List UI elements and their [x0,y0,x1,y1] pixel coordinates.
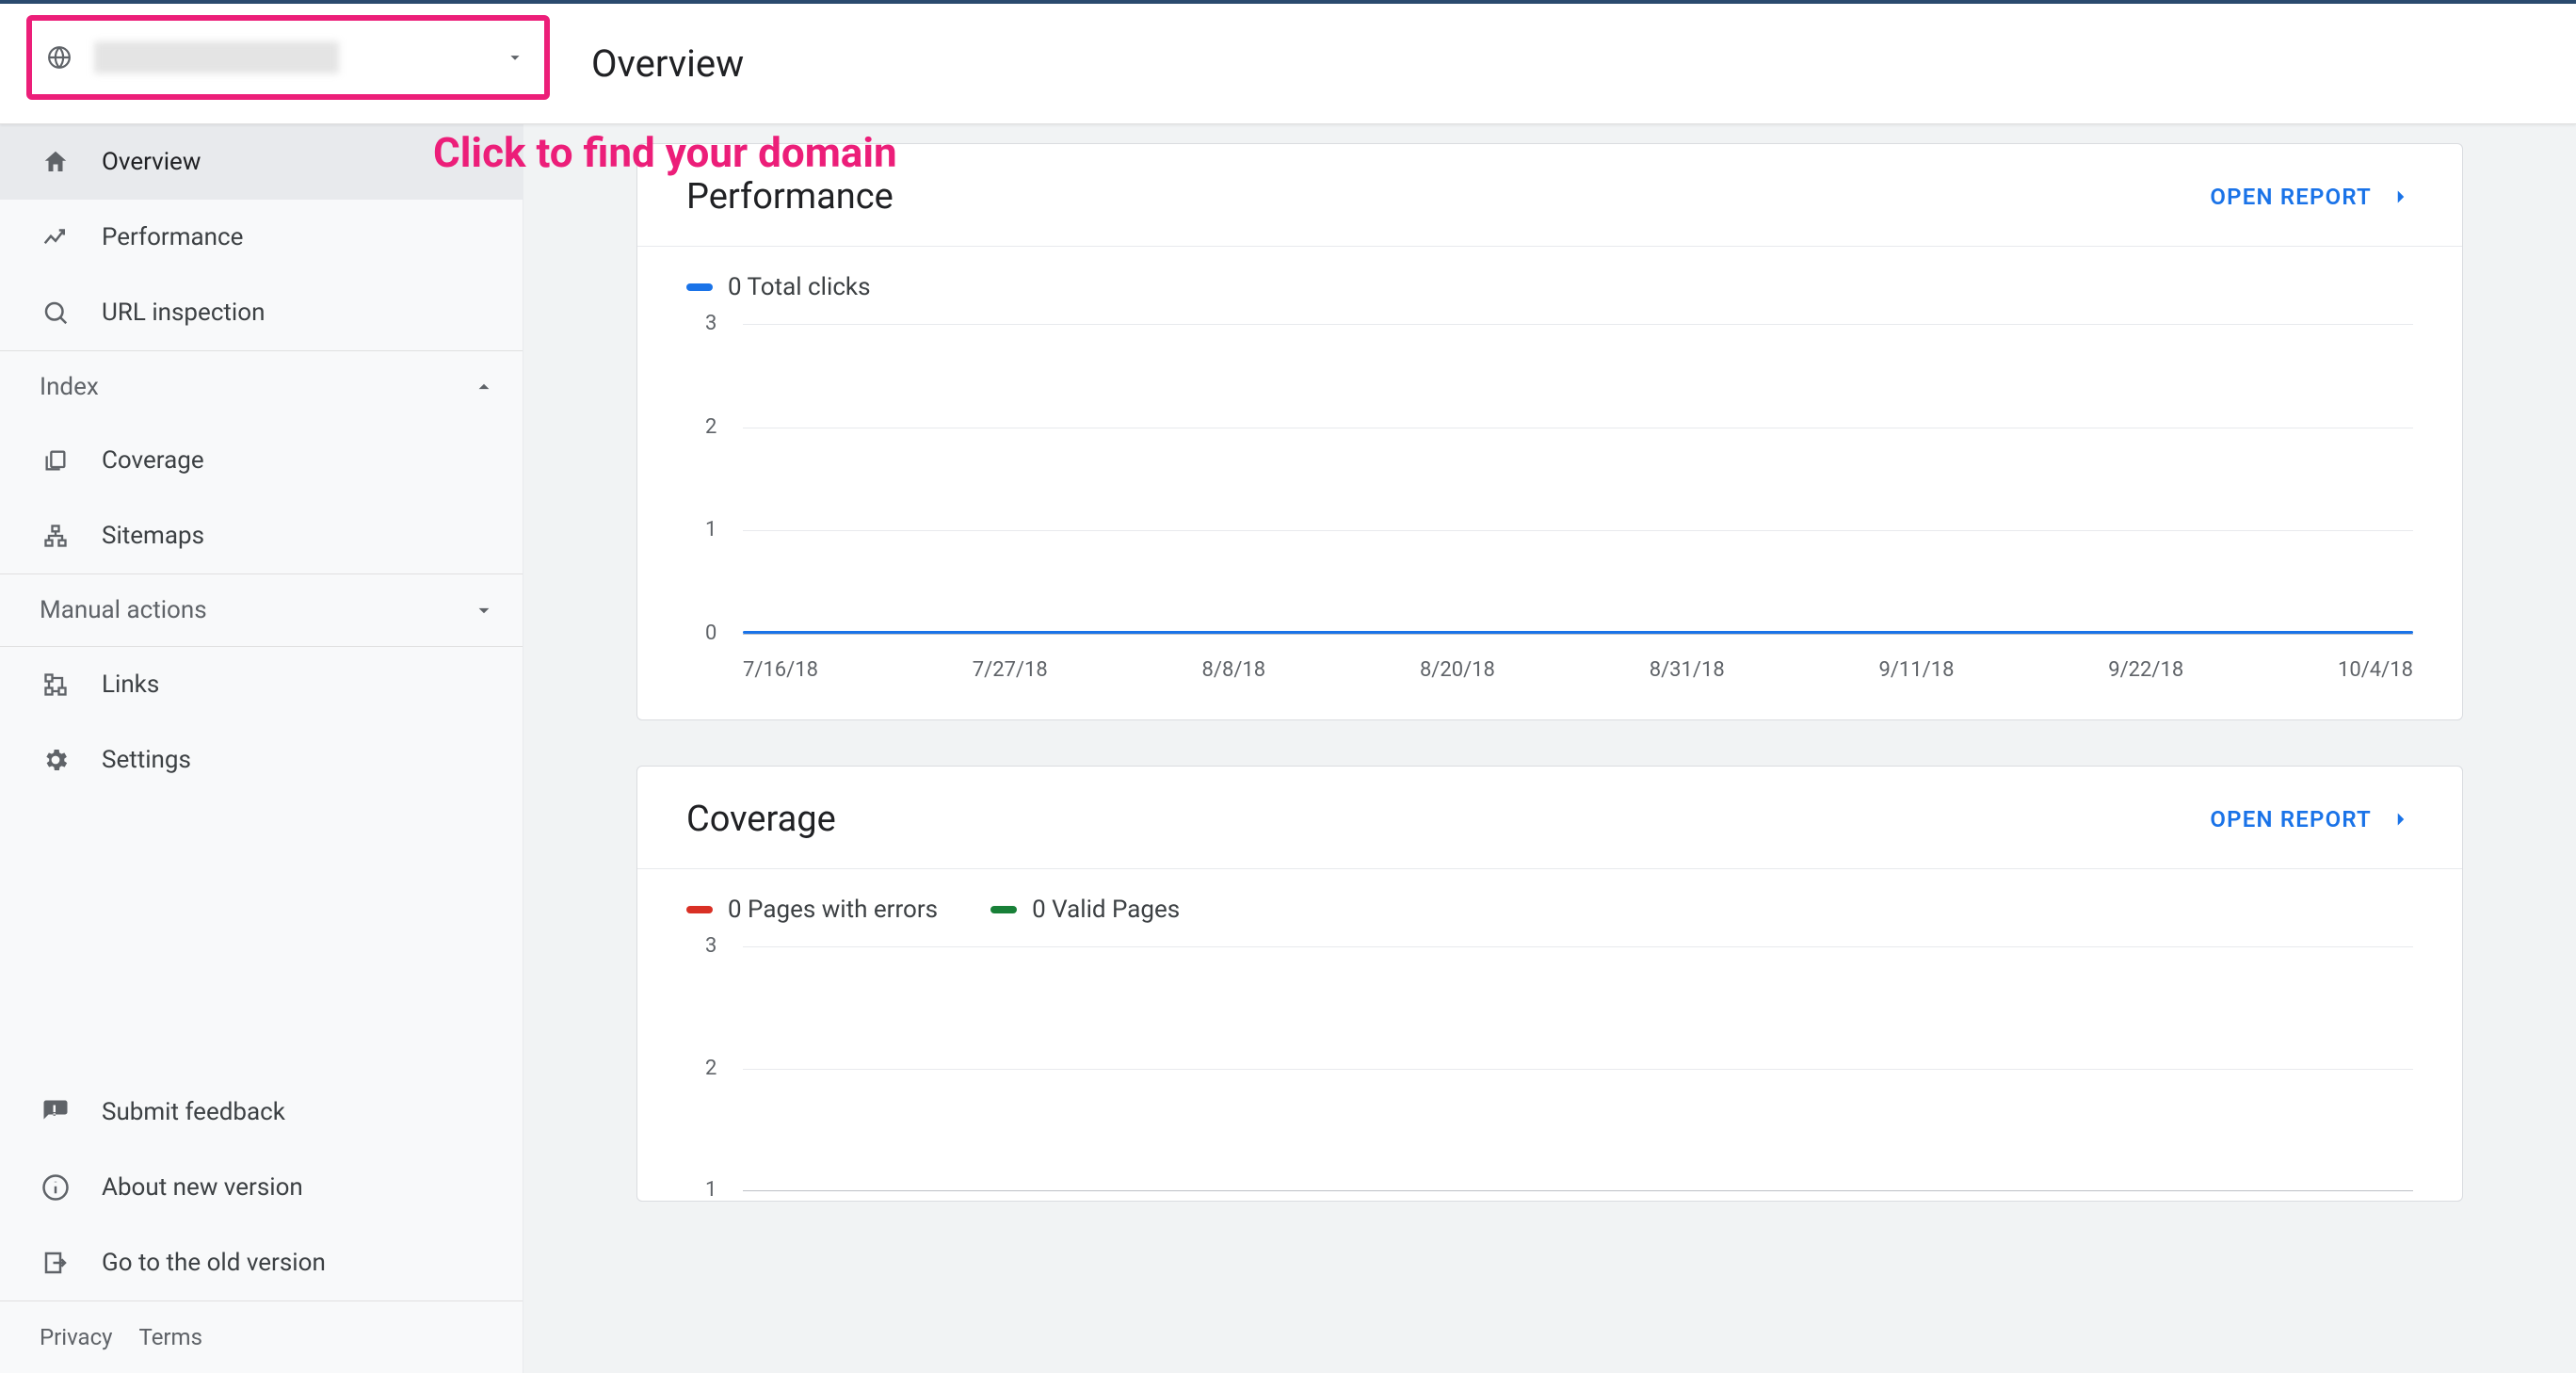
sidebar-item-sitemaps[interactable]: Sitemaps [0,498,523,573]
sidebar: Overview Performance URL inspection [0,124,523,1373]
property-name-redacted [94,41,339,73]
ytick: 1 [705,518,716,541]
sidebar-item-label: Settings [102,746,496,774]
legend-item: 0 Valid Pages [990,896,1180,924]
gear-icon [40,746,72,774]
sidebar-item-submit-feedback[interactable]: Submit feedback [0,1074,523,1150]
caret-down-icon [505,47,525,68]
chevron-down-icon [472,598,496,622]
ytick: 0 [705,622,716,645]
globe-icon [47,45,72,70]
sidebar-item-label: Submit feedback [102,1098,496,1126]
ytick: 1 [705,1178,716,1202]
legend-label: 0 Pages with errors [728,896,938,924]
exit-icon [40,1249,72,1277]
sidebar-item-label: Links [102,670,496,699]
legend-swatch [686,283,713,291]
sidebar-item-links[interactable]: Links [0,647,523,722]
annotation-callout: Click to find your domain [433,128,897,177]
sidebar-item-old-version[interactable]: Go to the old version [0,1225,523,1300]
coverage-card: Coverage OPEN REPORT 0 Pages with errors [636,766,2463,1202]
feedback-icon [40,1098,72,1126]
trend-icon [40,223,72,251]
legend-swatch [686,906,713,913]
xtick: 10/4/18 [2338,658,2413,682]
xtick: 8/31/18 [1650,658,1725,682]
performance-card: Performance OPEN REPORT 0 Total clicks [636,143,2463,720]
chevron-right-icon [2389,185,2413,209]
sidebar-group-label: Manual actions [40,596,472,624]
topbar: Overview [0,4,2576,124]
sidebar-item-label: Coverage [102,446,496,475]
property-selector[interactable] [26,15,550,100]
chevron-up-icon [472,375,496,399]
legend-item: 0 Total clicks [686,273,871,301]
coverage-chart: 3 2 1 [686,946,2413,1191]
sidebar-item-about[interactable]: About new version [0,1150,523,1225]
privacy-link[interactable]: Privacy [40,1324,113,1350]
ytick: 2 [705,415,716,439]
page-title: Overview [591,41,744,86]
sidebar-item-label: Go to the old version [102,1249,496,1277]
sidebar-item-performance[interactable]: Performance [0,200,523,275]
xtick: 8/8/18 [1202,658,1266,682]
sidebar-item-label: About new version [102,1173,496,1202]
ytick: 2 [705,1057,716,1080]
card-title: Performance [686,176,2210,218]
main-content: Performance OPEN REPORT 0 Total clicks [523,124,2576,1373]
chart-legend: 0 Total clicks [686,273,2413,301]
xtick: 7/16/18 [743,658,818,682]
sidebar-item-url-inspection[interactable]: URL inspection [0,275,523,350]
sidebar-group-manual-actions[interactable]: Manual actions [0,574,523,646]
sidebar-item-coverage[interactable]: Coverage [0,423,523,498]
open-report-link[interactable]: OPEN REPORT [2210,184,2413,210]
home-icon [40,148,72,176]
legend-swatch [990,906,1017,913]
sidebar-group-label: Index [40,373,472,401]
chart-legend: 0 Pages with errors 0 Valid Pages [686,896,2413,924]
legend-label: 0 Total clicks [728,273,871,301]
open-report-label: OPEN REPORT [2210,806,2372,832]
terms-link[interactable]: Terms [139,1324,202,1350]
open-report-label: OPEN REPORT [2210,184,2372,210]
xaxis: 7/16/18 7/27/18 8/8/18 8/20/18 8/31/18 9… [743,658,2413,682]
copy-icon [40,447,72,474]
sidebar-group-index[interactable]: Index [0,351,523,423]
ytick: 3 [705,312,716,335]
chevron-right-icon [2389,807,2413,832]
performance-chart: 3 2 1 0 7/16/18 7/27/18 8/8/18 8/20/18 8… [686,324,2413,682]
search-icon [40,299,72,327]
series-line-total-clicks [743,631,2413,634]
ytick: 3 [705,934,716,958]
links-icon [40,671,72,698]
legend-item: 0 Pages with errors [686,896,938,924]
sidebar-item-settings[interactable]: Settings [0,722,523,798]
xtick: 9/11/18 [1878,658,1954,682]
xtick: 9/22/18 [2108,658,2183,682]
xtick: 8/20/18 [1420,658,1495,682]
sidebar-footer: Privacy Terms [0,1300,523,1373]
sidebar-item-label: Sitemaps [102,522,496,550]
sitemap-icon [40,523,72,549]
sidebar-item-label: URL inspection [102,299,496,327]
card-title: Coverage [686,799,2210,840]
legend-label: 0 Valid Pages [1032,896,1180,924]
open-report-link[interactable]: OPEN REPORT [2210,806,2413,832]
sidebar-item-label: Performance [102,223,496,251]
info-icon [40,1173,72,1202]
xtick: 7/27/18 [973,658,1048,682]
